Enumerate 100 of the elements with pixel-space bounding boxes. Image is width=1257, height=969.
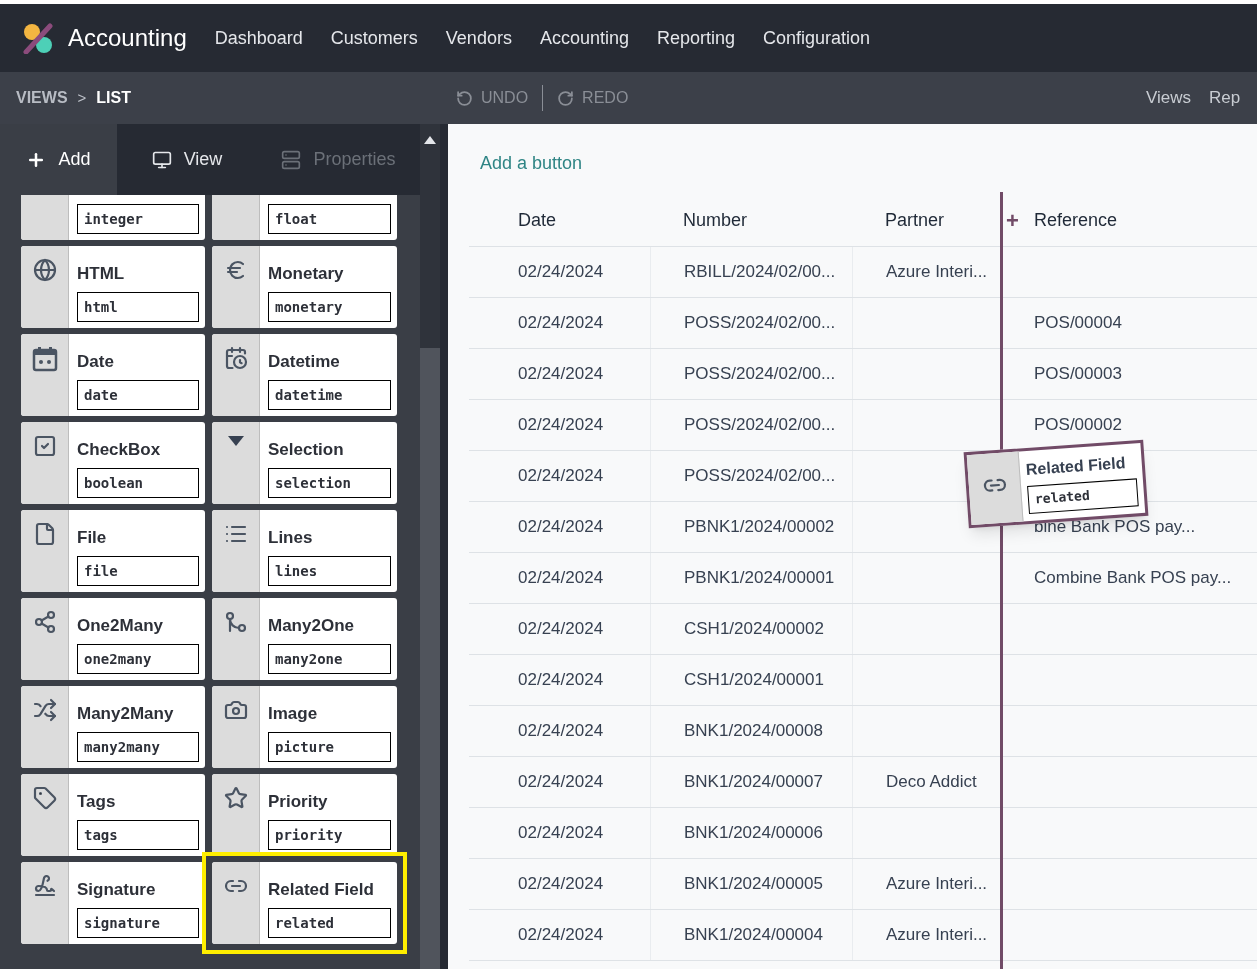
- globe-icon: [32, 258, 57, 282]
- table-cell-text: BNK1/2024/00005: [684, 873, 823, 896]
- branch-icon: [32, 610, 57, 634]
- table-cell-text: Deco Addict: [886, 771, 977, 794]
- field-tag: picture: [268, 732, 391, 762]
- field-label: File: [77, 526, 108, 549]
- field-tag: datetime: [268, 380, 391, 410]
- table-cell-text: 02/24/2024: [518, 669, 604, 692]
- calendar-clock-icon: [223, 346, 248, 370]
- table-cell-text: BNK1/2024/00006: [684, 822, 823, 845]
- column-header[interactable]: Reference: [1034, 207, 1118, 234]
- app-logo-icon: [22, 22, 54, 54]
- field-tag: many2one: [268, 644, 391, 674]
- field-label: Many2Many: [77, 702, 175, 725]
- table-cell-text: 02/24/2024: [518, 618, 604, 641]
- menu-item[interactable]: Accounting: [525, 24, 643, 52]
- field-label: Monetary: [268, 262, 345, 285]
- menu-item[interactable]: Dashboard: [200, 24, 317, 52]
- field-card[interactable]: Many2One many2one: [212, 598, 397, 680]
- table-cell-text: POSS/2024/02/00...: [684, 363, 836, 386]
- column-header[interactable]: Date: [518, 207, 557, 234]
- field-label: HTML: [77, 262, 126, 285]
- sidebar-tab[interactable]: Add: [0, 124, 117, 195]
- field-tag: priority: [268, 820, 391, 850]
- breadcrumb-item[interactable]: LIST: [96, 86, 131, 110]
- field-card[interactable]: Many2Many many2many: [21, 686, 205, 768]
- field-label: CheckBox: [77, 438, 162, 461]
- server-icon: [281, 149, 302, 170]
- table-cell-text: CSH1/2024/00002: [684, 618, 824, 641]
- menu-item[interactable]: Configuration: [749, 24, 885, 52]
- column-header[interactable]: Partner: [885, 207, 945, 234]
- shuffle-icon: [32, 698, 57, 722]
- table-cell-text: 02/24/2024: [518, 720, 604, 743]
- nav-tab[interactable]: Views: [1146, 85, 1192, 111]
- field-label: Priority: [268, 790, 329, 813]
- sidebar-tab[interactable]: View: [117, 124, 257, 195]
- table-cell-text: POS/00004: [1034, 312, 1122, 335]
- field-card[interactable]: One2Many one2many: [21, 598, 205, 680]
- field-card[interactable]: File file: [21, 510, 205, 592]
- app-name[interactable]: Accounting: [68, 20, 187, 56]
- scrollbar[interactable]: [420, 124, 440, 969]
- table-cell-text: POSS/2024/02/00...: [684, 414, 836, 437]
- field-card[interactable]: Image picture: [212, 686, 397, 768]
- field-tag: signature: [77, 908, 199, 938]
- field-card[interactable]: Tags tags: [21, 774, 205, 856]
- table-cell-text: 02/24/2024: [518, 822, 604, 845]
- table-cell-text: 02/24/2024: [518, 924, 604, 947]
- table-cell-text: POSS/2024/02/00...: [684, 465, 836, 488]
- field-label: Date: [77, 350, 115, 373]
- field-tag: one2many: [77, 644, 199, 674]
- monitor-icon: [151, 149, 172, 170]
- table-cell-text: POS/00003: [1034, 363, 1122, 386]
- field-card[interactable]: integer: [21, 195, 205, 240]
- menu-item[interactable]: Vendors: [431, 24, 526, 52]
- field-label: Datetime: [268, 350, 341, 373]
- field-card[interactable]: CheckBox boolean: [21, 422, 205, 504]
- table-cell-text: 02/24/2024: [518, 567, 604, 590]
- table-cell-text: 02/24/2024: [518, 873, 604, 896]
- menu-item[interactable]: Reporting: [642, 24, 749, 52]
- signature-icon: [32, 874, 57, 898]
- nav-tab[interactable]: Rep: [1209, 85, 1241, 111]
- field-card[interactable]: Lines lines: [212, 510, 397, 592]
- caret-icon: [225, 434, 246, 448]
- field-label: Image: [268, 702, 319, 725]
- merge-icon: [223, 610, 248, 634]
- column-header[interactable]: Number: [683, 207, 748, 234]
- field-card[interactable]: Related Field related: [212, 862, 397, 944]
- field-card[interactable]: Monetary monetary: [212, 246, 397, 328]
- table-cell-text: BNK1/2024/00008: [684, 720, 823, 743]
- field-tag: monetary: [268, 292, 391, 322]
- add-button-link[interactable]: Add a button: [480, 150, 1257, 195]
- table-cell-text: POS/00002: [1034, 414, 1122, 437]
- field-card[interactable]: float: [212, 195, 397, 240]
- field-card[interactable]: HTML html: [21, 246, 205, 328]
- menu-item[interactable]: Customers: [316, 24, 432, 52]
- star-icon: [223, 786, 248, 810]
- table-cell-text: 02/24/2024: [518, 771, 604, 794]
- breadcrumb-item[interactable]: VIEWS: [16, 86, 68, 110]
- table-cell-text: CSH1/2024/00001: [684, 669, 824, 692]
- field-tag: float: [268, 204, 391, 234]
- table-cell-text: 02/24/2024: [518, 312, 604, 335]
- insert-marker: +: [1006, 207, 1019, 235]
- field-label: Related Field: [268, 878, 375, 901]
- breadcrumb-separator: >: [77, 87, 87, 108]
- field-card[interactable]: Signature signature: [21, 862, 205, 944]
- field-card[interactable]: Date date: [21, 334, 205, 416]
- field-tag: related: [268, 908, 391, 938]
- field-tag: date: [77, 380, 199, 410]
- field-tag: many2many: [77, 732, 199, 762]
- field-tag: lines: [268, 556, 391, 586]
- table-cell-text: 02/24/2024: [518, 414, 604, 437]
- table-cell-text: POSS/2024/02/00...: [684, 312, 836, 335]
- field-label: Related Field: [1025, 453, 1127, 481]
- field-card[interactable]: Selection selection: [212, 422, 397, 504]
- table-cell-text: Azure Interi...: [886, 873, 988, 896]
- field-label: Signature: [77, 878, 157, 901]
- table-cell-text: Azure Interi...: [886, 261, 988, 284]
- field-card[interactable]: Datetime datetime: [212, 334, 397, 416]
- field-tag: integer: [77, 204, 199, 234]
- calendar-icon: [31, 346, 58, 372]
